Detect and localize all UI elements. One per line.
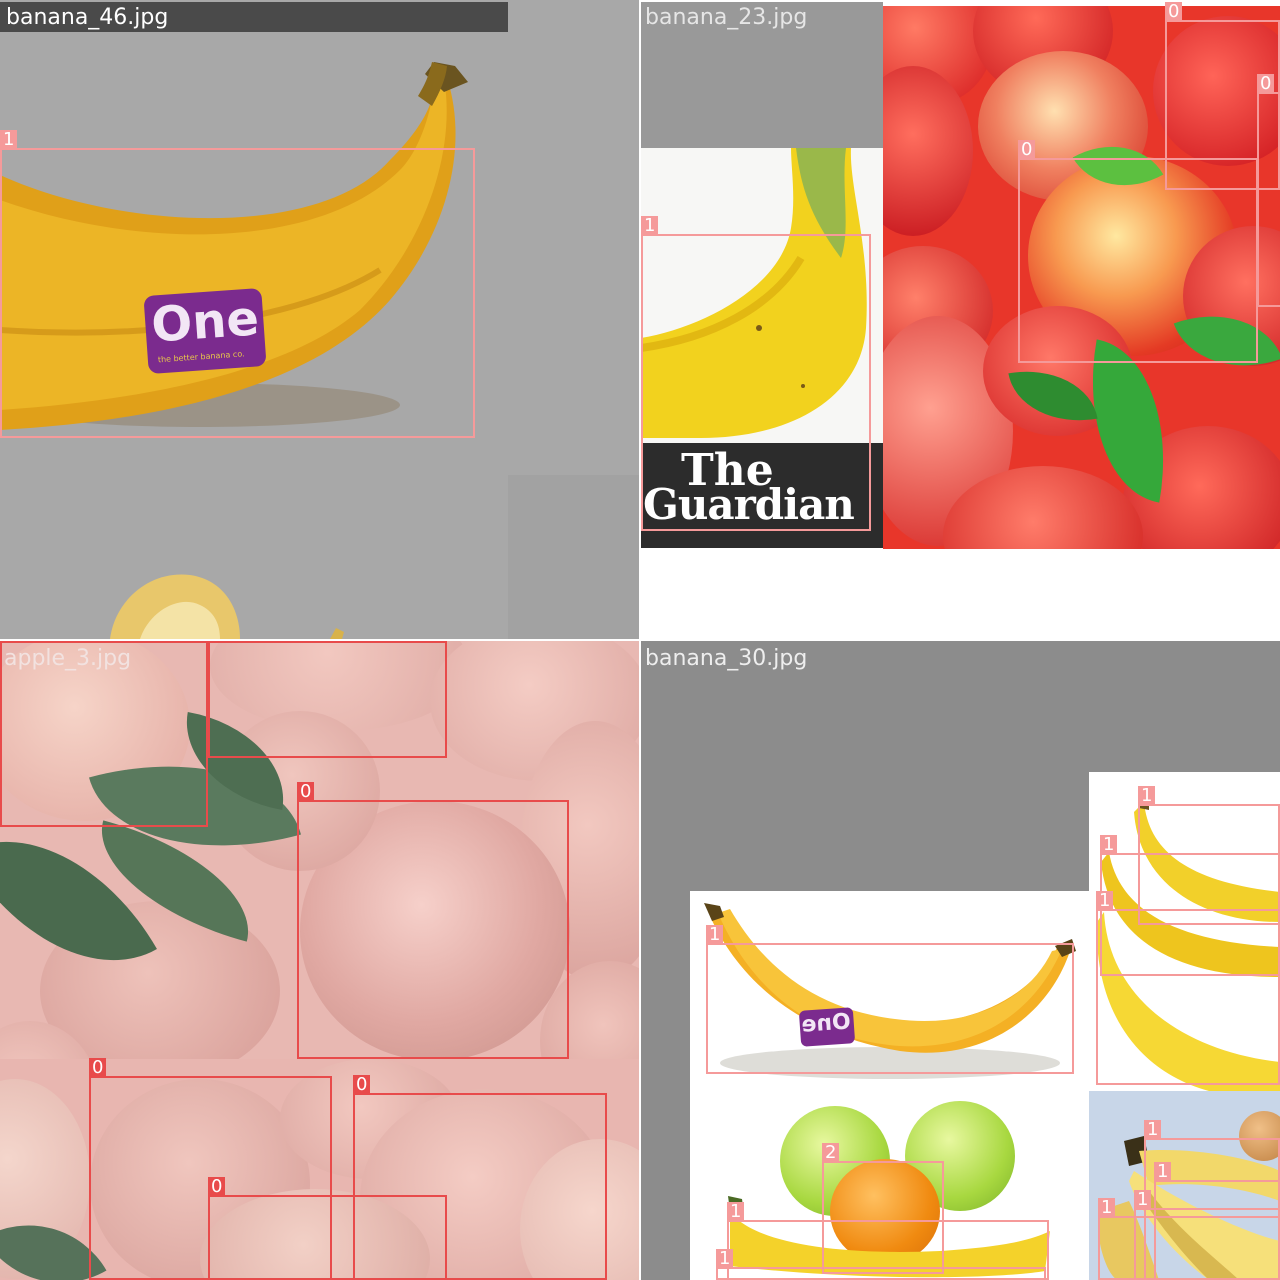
class-label: 0 (89, 1058, 107, 1078)
detection-mosaic: banana_46.jpg One the better banana co. … (0, 0, 1280, 1280)
detection-box: 0 (208, 641, 447, 758)
class-label: 1 (641, 216, 659, 236)
filename-label: banana_23.jpg (645, 5, 808, 30)
detection-box: 0 (0, 641, 208, 827)
detection-box: 1 (706, 925, 1074, 1074)
filename-label: banana_30.jpg (645, 646, 808, 671)
detection-box: 1 (641, 216, 871, 531)
class-label: 1 (1096, 891, 1114, 911)
detection-box: 0 (1257, 74, 1280, 307)
class-label: 1 (1144, 1120, 1162, 1140)
class-label: 0 (1257, 74, 1275, 94)
tile-apple-3: apple_3.jpg 0 0 0 0 0 0 (0, 641, 639, 1280)
class-label: 0 (353, 1075, 371, 1095)
tile-banana-46: banana_46.jpg One the better banana co. … (0, 0, 639, 639)
tile-banana-30: banana_30.jpg One 1 1 1 1 2 1 1 1 1 1 1 (641, 641, 1280, 1280)
class-label: 0 (297, 782, 315, 802)
class-label: 1 (1154, 1162, 1172, 1182)
class-label: 1 (706, 925, 724, 945)
class-label: 2 (822, 1143, 840, 1163)
detection-box: 0 (297, 782, 569, 1059)
class-label: 1 (1098, 1198, 1116, 1218)
class-label: 0 (1018, 140, 1036, 160)
class-label: 1 (1134, 1190, 1152, 1210)
detection-box: 1 (1096, 891, 1280, 1085)
class-label: 1 (727, 1202, 745, 1222)
detection-box: 1 (716, 1249, 1046, 1280)
class-label: 0 (208, 1177, 226, 1197)
class-label: 0 (1165, 2, 1183, 22)
detection-box: 0 (1018, 140, 1258, 363)
class-label: 0 (208, 641, 226, 643)
class-label: 1 (0, 130, 18, 150)
detection-box: 0 (208, 1177, 447, 1280)
class-label: 1 (1100, 835, 1118, 855)
class-label: 1 (716, 1249, 734, 1269)
class-label: 1 (1138, 786, 1156, 806)
class-label: 0 (0, 641, 18, 643)
tile-banana-23: banana_23.jpg The Guardian 1 0 0 0 (641, 0, 1280, 639)
divider-horizontal (0, 639, 1280, 641)
detection-box: 1 (0, 130, 475, 438)
detection-box: 1 (1134, 1190, 1280, 1280)
